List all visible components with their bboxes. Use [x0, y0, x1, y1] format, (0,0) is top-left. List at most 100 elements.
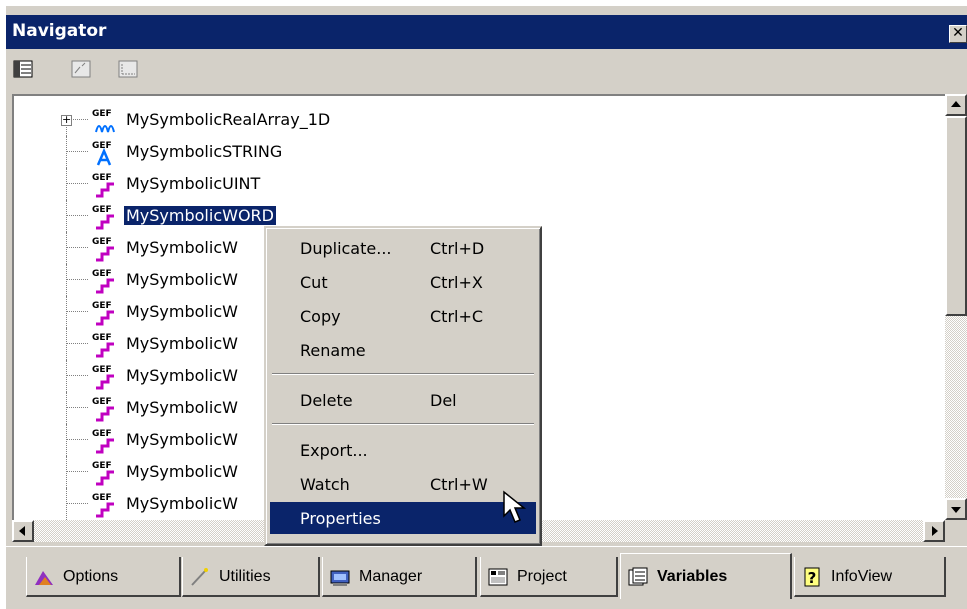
vertical-scroll-thumb[interactable] [945, 116, 967, 316]
scroll-right-button[interactable] [923, 520, 945, 542]
tree-connector [66, 439, 88, 440]
tree-connector [66, 488, 67, 520]
tree-item-label[interactable]: MySymbolicSTRING [124, 142, 284, 161]
tree-connector [66, 424, 67, 456]
tab-variables[interactable]: Variables [620, 553, 792, 599]
menu-item-shortcut: Ctrl+W [430, 475, 488, 494]
tree-connector [66, 247, 88, 248]
tab-utilities[interactable]: Utilities [182, 557, 320, 597]
title-bar: Navigator ✕ [6, 15, 967, 49]
expand-icon[interactable]: + [61, 114, 72, 126]
tree-connector [66, 183, 88, 184]
filter-icon[interactable] [70, 58, 92, 80]
tree-item-label[interactable]: MySymbolicW [124, 494, 240, 513]
tree-row[interactable]: GEF MySymbolicUINT [14, 168, 945, 200]
menu-item-shortcut: Del [430, 391, 457, 410]
infoview-icon: ? [801, 567, 823, 587]
svg-text:GEF: GEF [92, 301, 112, 311]
toolbar [6, 50, 967, 90]
gef-int-icon: GEF [88, 394, 118, 422]
svg-text:GEF: GEF [92, 365, 112, 375]
tree-item-label[interactable]: MySymbolicRealArray_1D [124, 110, 332, 129]
tree-item-label[interactable]: MySymbolicW [124, 430, 240, 449]
vertical-scrollbar[interactable] [945, 94, 967, 520]
tree-item-label[interactable]: MySymbolicW [124, 334, 240, 353]
svg-text:GEF: GEF [92, 333, 112, 343]
gef-int-icon: GEF [88, 298, 118, 326]
tree-item-label[interactable]: MySymbolicUINT [124, 174, 262, 193]
tree-item-label[interactable]: MySymbolicW [124, 238, 240, 257]
window-title: Navigator [12, 21, 107, 41]
scroll-left-button[interactable] [12, 520, 34, 542]
menu-item-label: Rename [300, 341, 366, 360]
tree-connector [66, 279, 88, 280]
menu-item-watch[interactable]: Watch Ctrl+W [270, 468, 536, 500]
svg-text:GEF: GEF [92, 461, 112, 471]
tree-connector [66, 503, 88, 504]
utilities-icon [189, 567, 211, 587]
menu-item-label: Watch [300, 475, 350, 494]
tree-connector [66, 328, 67, 360]
menu-item-shortcut: Ctrl+X [430, 273, 483, 292]
gef-int-icon: GEF [88, 266, 118, 294]
manager-icon [329, 567, 351, 587]
menu-item-label: Copy [300, 307, 341, 326]
gef-string-icon: GEF [88, 138, 118, 166]
list-view-icon[interactable] [117, 58, 139, 80]
svg-text:GEF: GEF [92, 269, 112, 279]
gef-int-icon: GEF [88, 202, 118, 230]
context-menu: Duplicate... Ctrl+D Cut Ctrl+X Copy Ctrl+C Ren… [264, 226, 542, 546]
tab-infoview[interactable]: ? InfoView [794, 557, 946, 597]
svg-text:GEF: GEF [92, 237, 112, 247]
svg-text:GEF: GEF [92, 205, 112, 215]
menu-item-label: Duplicate... [300, 239, 392, 258]
tab-bar: Options Utilities Manager Project Variab… [6, 546, 967, 609]
tree-row[interactable]: + GEF MySymbolicRealArray_1D [14, 104, 945, 136]
tab-manager[interactable]: Manager [322, 557, 477, 597]
variables-icon [627, 567, 649, 587]
gef-array-icon: GEF [88, 106, 118, 134]
menu-item-rename[interactable]: Rename [270, 334, 536, 366]
gef-int-icon: GEF [88, 458, 118, 486]
gef-int-icon: GEF [88, 426, 118, 454]
menu-item-label: Export... [300, 441, 368, 460]
tree-item-label[interactable]: MySymbolicW [124, 270, 240, 289]
tree-view-icon[interactable] [12, 58, 34, 80]
menu-item-shortcut: Ctrl+C [430, 307, 484, 326]
tree-connector [66, 375, 88, 376]
tree-item-label[interactable]: MySymbolicWORD [124, 206, 276, 225]
svg-text:GEF: GEF [92, 141, 112, 151]
close-button[interactable]: ✕ [949, 25, 967, 43]
tree-connector [66, 215, 88, 216]
tree-connector [66, 264, 67, 296]
menu-item-label: Delete [300, 391, 353, 410]
scroll-up-button[interactable] [945, 94, 967, 116]
scroll-down-button[interactable] [945, 498, 967, 520]
tree-connector [66, 360, 67, 392]
gef-int-icon: GEF [88, 330, 118, 358]
menu-item-duplicate[interactable]: Duplicate... Ctrl+D [270, 232, 536, 264]
tree-item-label[interactable]: MySymbolicW [124, 302, 240, 321]
gef-int-icon: GEF [88, 170, 118, 198]
menu-item-export[interactable]: Export... [270, 434, 536, 466]
mouse-cursor-icon [502, 490, 530, 526]
gef-int-icon: GEF [88, 490, 118, 518]
menu-item-label: Cut [300, 273, 328, 292]
svg-text:?: ? [808, 569, 817, 587]
svg-text:GEF: GEF [92, 429, 112, 439]
tree-item-label[interactable]: MySymbolicW [124, 398, 240, 417]
tree-item-label[interactable]: MySymbolicW [124, 366, 240, 385]
menu-item-shortcut: Ctrl+D [430, 239, 485, 258]
tree-row[interactable]: GEF MySymbolicSTRING [14, 136, 945, 168]
tree-connector [66, 471, 88, 472]
svg-text:GEF: GEF [92, 173, 112, 183]
tree-connector [66, 392, 67, 424]
tab-project[interactable]: Project [480, 557, 618, 597]
options-icon [33, 567, 55, 587]
tab-options[interactable]: Options [26, 557, 181, 597]
menu-item-properties[interactable]: Properties [270, 502, 536, 534]
menu-item-copy[interactable]: Copy Ctrl+C [270, 300, 536, 332]
tree-item-label[interactable]: MySymbolicW [124, 462, 240, 481]
menu-item-delete[interactable]: Delete Del [270, 384, 536, 416]
menu-item-cut[interactable]: Cut Ctrl+X [270, 266, 536, 298]
